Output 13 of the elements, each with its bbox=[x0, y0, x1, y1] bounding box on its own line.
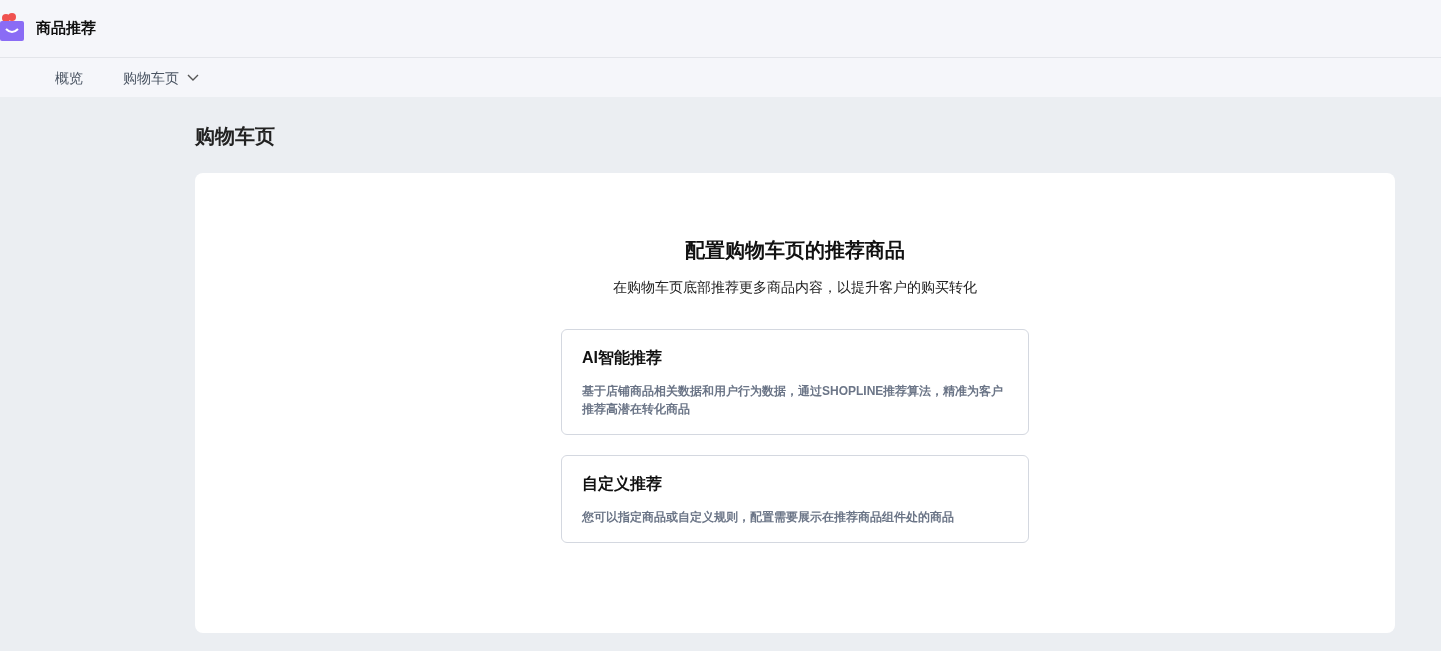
chevron-down-icon bbox=[187, 73, 199, 82]
option-card[interactable]: AI智能推荐 基于店铺商品相关数据和用户行为数据，通过SHOPLINE推荐算法，精准为客户推荐高潜在转化商品 bbox=[561, 329, 1029, 435]
option-description: 基于店铺商品相关数据和用户行为数据，通过SHOPLINE推荐算法，精准为客户推荐高潜在转化商品 bbox=[582, 383, 1005, 418]
page-title: 购物车页 bbox=[195, 124, 276, 149]
nav-tab[interactable]: 购物车页 bbox=[123, 67, 199, 88]
option-title: AI智能推荐 bbox=[582, 348, 663, 368]
nav-tab[interactable]: 概览 bbox=[55, 67, 83, 88]
app-title: 商品推荐 bbox=[36, 18, 96, 39]
section-heading: 配置购物车页的推荐商品 bbox=[685, 238, 905, 263]
option-title: 自定义推荐 bbox=[582, 474, 663, 494]
section-description: 在购物车页底部推荐更多商品内容，以提升客户的购买转化 bbox=[613, 278, 977, 297]
option-description: 您可以指定商品或自定义规则，配置需要展示在推荐商品组件处的商品 bbox=[582, 509, 955, 526]
option-card[interactable]: 自定义推荐 您可以指定商品或自定义规则，配置需要展示在推荐商品组件处的商品 bbox=[561, 455, 1029, 543]
